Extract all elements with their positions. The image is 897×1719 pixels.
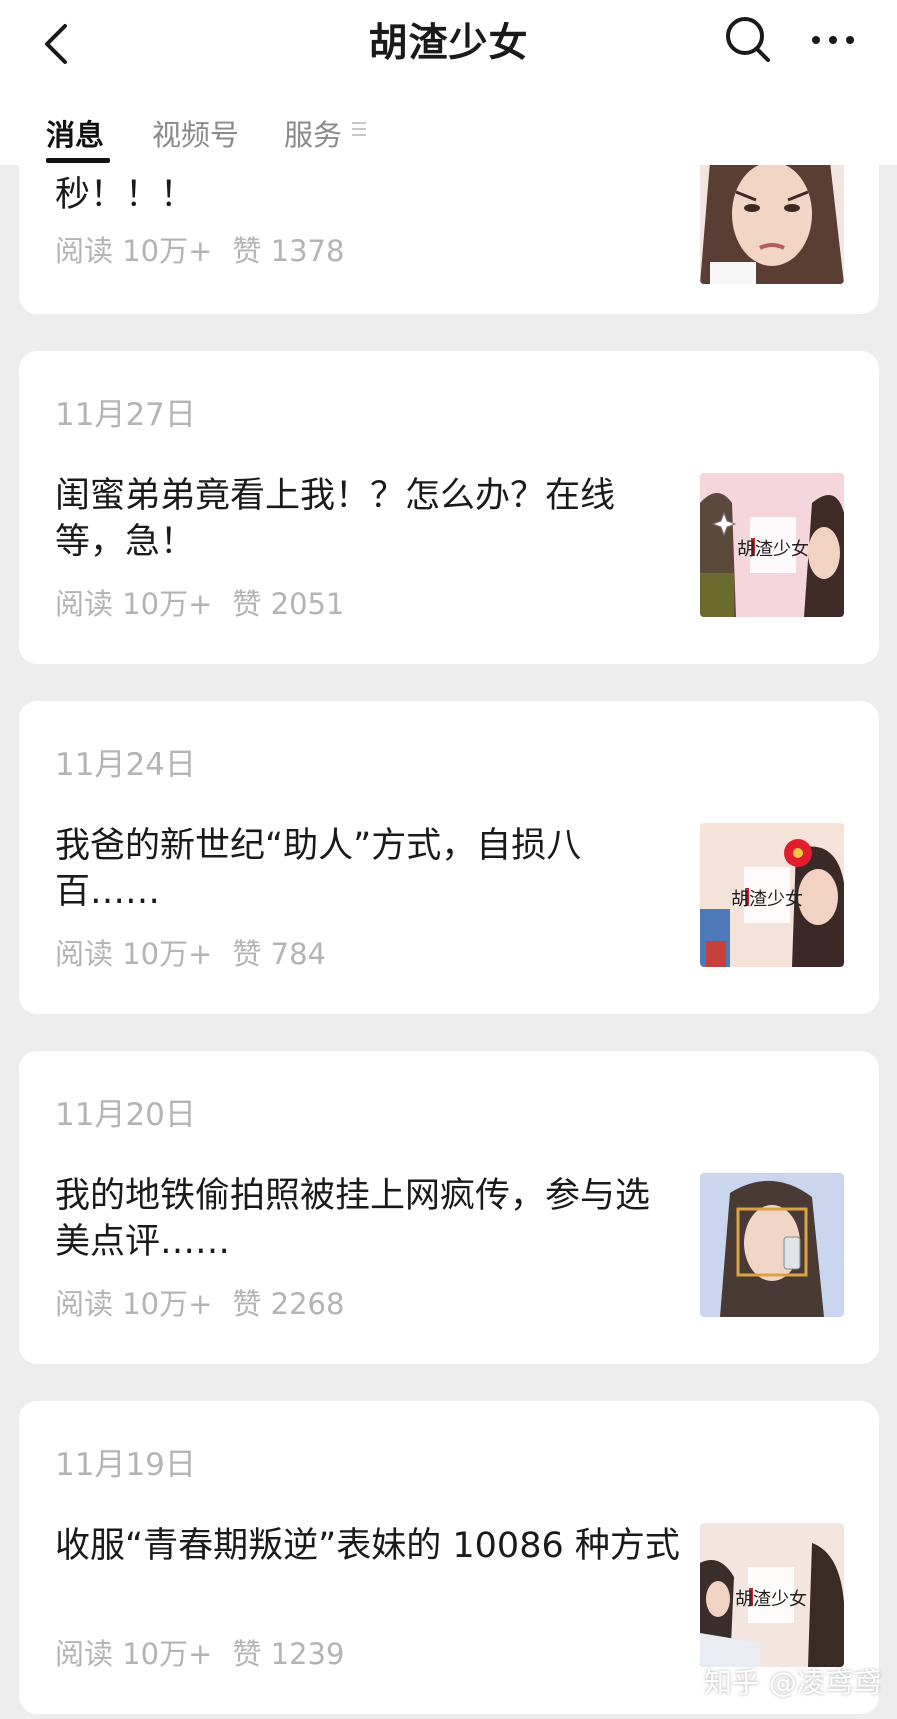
article-thumbnail [700, 162, 844, 284]
thumbnail-logo: 胡渣少女 [735, 1589, 807, 1610]
tab-bar: 消息 视频号 服务 [0, 100, 897, 165]
article-stats: 阅读 10万+ 赞 1239 [55, 1631, 344, 1673]
article-title: 我爸的新世纪“助人”方式，自损八百…… [55, 826, 582, 912]
article-stats: 阅读 10万+ 赞 2268 [55, 1281, 344, 1323]
read-count: 阅读 10万+ [55, 1287, 213, 1321]
search-button[interactable] [718, 10, 778, 70]
read-count: 阅读 10万+ [55, 587, 213, 621]
read-count: 阅读 10万+ [55, 234, 213, 268]
more-dots-icon [812, 36, 854, 44]
watermark: 知乎 @凌鸢鸢 [704, 1666, 881, 1699]
article-date: 11月20日 [55, 1097, 196, 1133]
article-date: 11月24日 [55, 747, 196, 783]
thumbnail-illustration [700, 1173, 844, 1317]
like-count: 赞 784 [232, 937, 326, 971]
article-title: 我的地铁偷拍照被挂上网疯传，参与选美点评…… [55, 1176, 651, 1262]
article-card[interactable]: 11月24日 我爸的新世纪“助人”方式，自损八百…… 阅读 10万+ 赞 784 … [19, 701, 879, 1014]
thumbnail-illustration [700, 162, 844, 284]
article-stats: 阅读 10万+ 赞 1378 [55, 228, 344, 270]
article-thumbnail [700, 1173, 844, 1317]
tab-services[interactable]: 服务 [284, 112, 342, 154]
thumbnail-illustration: 胡渣少女 [700, 473, 844, 617]
read-count: 阅读 10万+ [55, 1637, 213, 1671]
article-thumbnail: 胡渣少女 [700, 473, 844, 617]
tab-channels[interactable]: 视频号 [152, 112, 239, 154]
thumbnail-logo: 胡渣少女 [731, 889, 803, 910]
read-count: 阅读 10万+ [55, 937, 213, 971]
more-button[interactable] [803, 10, 863, 70]
like-count: 赞 2268 [232, 1287, 345, 1321]
article-stats: 阅读 10万+ 赞 2051 [55, 581, 344, 623]
article-title: 收服“青春期叛逆”表妹的 10086 种方式 [55, 1526, 680, 1566]
article-title: 闺蜜弟弟竟看上我！？怎么办？在线等，急！ [55, 476, 616, 562]
active-tab-indicator [46, 158, 110, 163]
article-stats: 阅读 10万+ 赞 784 [55, 931, 326, 973]
article-card[interactable]: 11月27日 闺蜜弟弟竟看上我！？怎么办？在线等，急！ 阅读 10万+ 赞 205… [19, 351, 879, 664]
article-date: 11月19日 [55, 1447, 196, 1483]
tab-messages[interactable]: 消息 [46, 112, 104, 154]
menu-lines-icon[interactable] [352, 122, 366, 138]
thumbnail-illustration: 胡渣少女 [700, 1523, 844, 1667]
article-thumbnail: 胡渣少女 [700, 1523, 844, 1667]
like-count: 赞 2051 [232, 587, 345, 621]
article-thumbnail: 胡渣少女 [700, 823, 844, 967]
search-icon [726, 17, 770, 62]
like-count: 赞 1239 [232, 1637, 345, 1671]
article-title: 秒！！！ [55, 175, 196, 215]
thumbnail-logo: 胡渣少女 [737, 539, 809, 560]
top-bar: 胡渣少女 消息 视频号 服务 [0, 0, 897, 165]
article-card[interactable]: 11月20日 我的地铁偷拍照被挂上网疯传，参与选美点评…… 阅读 10万+ 赞 2… [19, 1051, 879, 1364]
like-count: 赞 1378 [232, 234, 345, 268]
thumbnail-illustration: 胡渣少女 [700, 823, 844, 967]
article-date: 11月27日 [55, 397, 196, 433]
